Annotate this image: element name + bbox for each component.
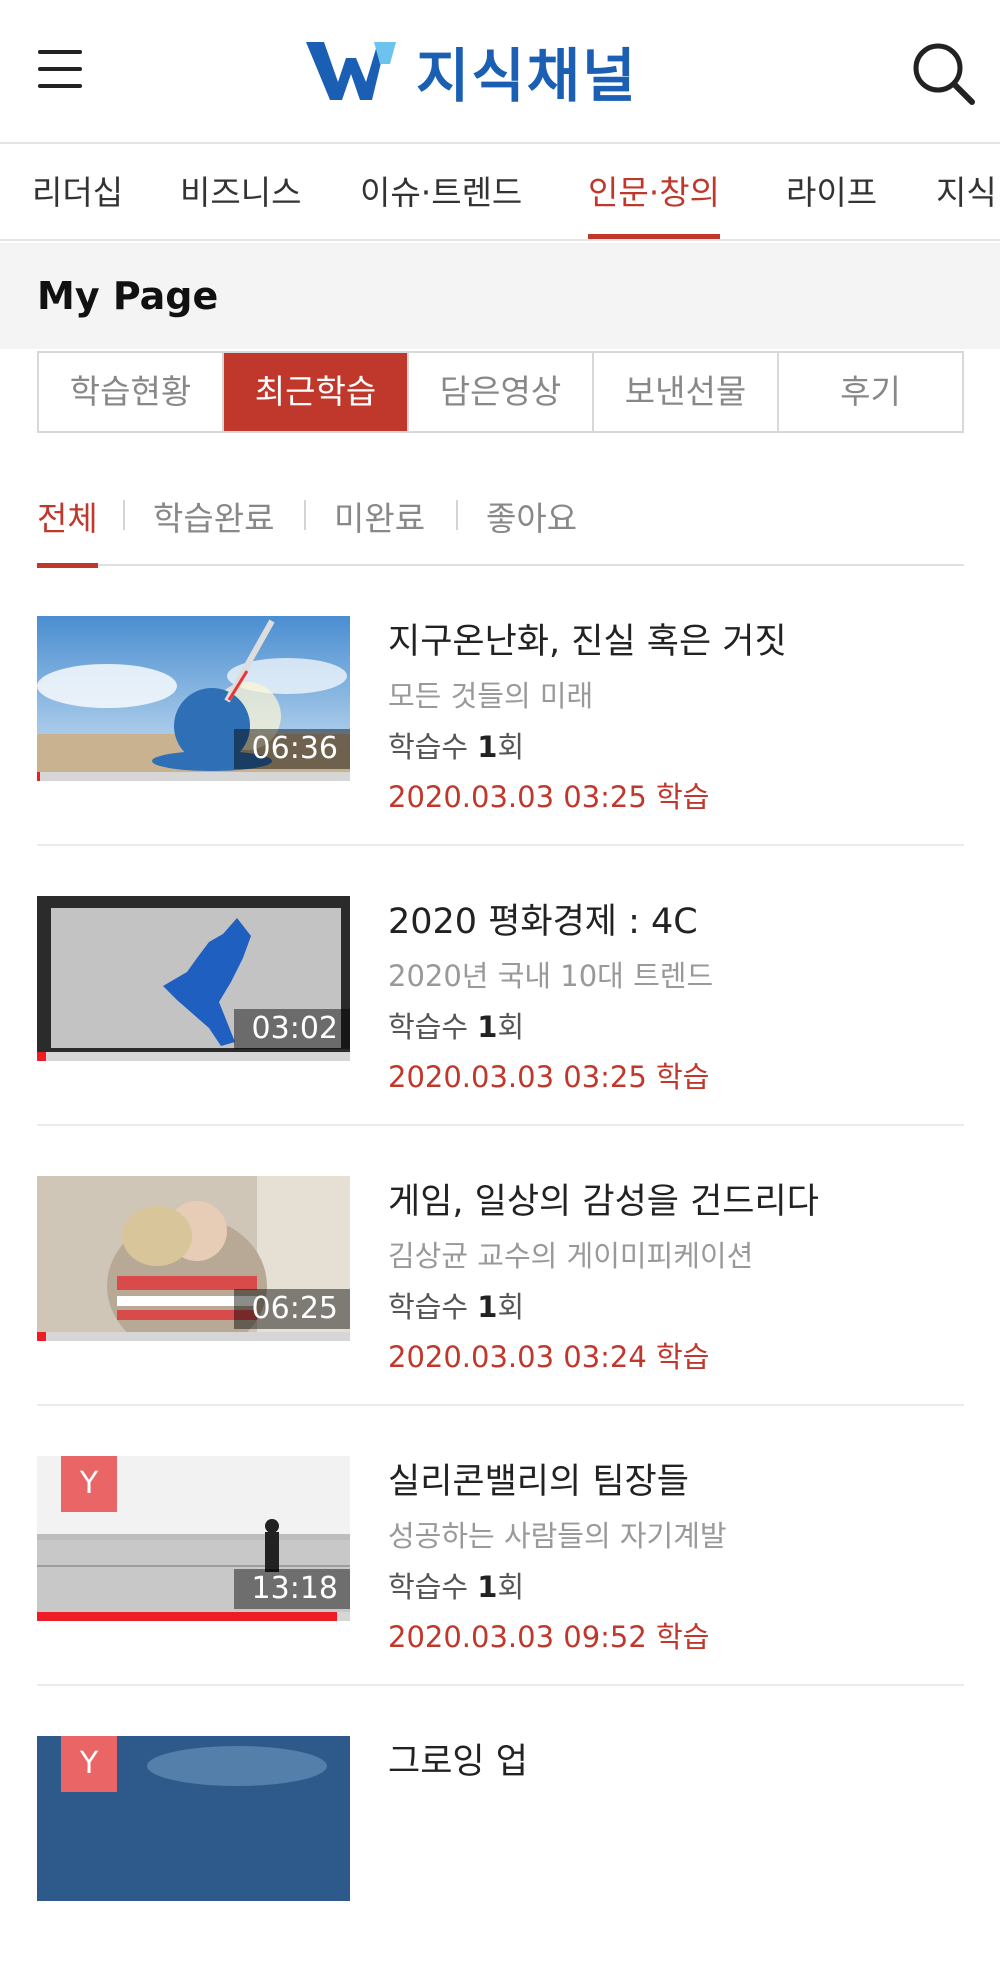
item-title[interactable]: 지구온난화, 진실 혹은 거짓 xyxy=(388,616,964,668)
filter-completed[interactable]: 학습완료 xyxy=(153,492,274,566)
video-thumbnail[interactable]: Y 13:18 xyxy=(37,1456,350,1621)
duration-label: 13:18 xyxy=(233,1569,350,1609)
progress-fill xyxy=(37,1052,47,1061)
item-subtitle: 모든 것들의 미래 xyxy=(388,679,594,713)
item-info: 2020 평화경제 : 4C 2020년 국내 10대 트렌드 학습수 1회 2… xyxy=(388,896,964,1100)
tab-recent-study[interactable]: 최근학습 xyxy=(224,353,409,431)
logo-w-icon xyxy=(306,42,396,100)
duration-label: 03:02 xyxy=(233,1009,350,1049)
logo[interactable]: 지식채널 xyxy=(306,36,637,110)
search-icon[interactable] xyxy=(908,40,980,108)
item-subtitle: 성공하는 사람들의 자기계발 xyxy=(388,1519,727,1553)
study-date: 2020.03.03 09:52 학습 xyxy=(388,1620,710,1654)
tab-saved-videos[interactable]: 담은영상 xyxy=(409,353,594,431)
item-subtitle: 2020년 국내 10대 트렌드 xyxy=(388,959,714,993)
item-title[interactable]: 2020 평화경제 : 4C xyxy=(388,896,964,948)
list-item: Y 그로잉 업 xyxy=(37,1686,964,1966)
hamburger-icon[interactable] xyxy=(38,48,82,90)
category-nav: 리더십 비즈니스 이슈·트렌드 인문·창의 라이프 지식 xyxy=(0,145,1000,241)
category-tab[interactable]: 이슈·트렌드 xyxy=(360,145,522,239)
video-thumbnail[interactable]: 03:02 xyxy=(37,896,350,1061)
progress-fill xyxy=(37,1612,338,1621)
study-count: 학습수 1회 xyxy=(388,730,525,764)
filter-tabs: 전체 학습완료 미완료 좋아요 xyxy=(37,480,964,568)
mypage-header: My Page xyxy=(0,243,1000,349)
divider xyxy=(304,500,306,530)
progress-bar xyxy=(37,1612,350,1621)
item-title[interactable]: 게임, 일상의 감성을 건드리다 xyxy=(388,1176,964,1228)
list-item: 06:25 게임, 일상의 감성을 건드리다 김상균 교수의 게이미피케이션 학… xyxy=(37,1126,964,1406)
duration-label: 06:36 xyxy=(233,729,350,769)
list-item: 03:02 2020 평화경제 : 4C 2020년 국내 10대 트렌드 학습… xyxy=(37,846,964,1126)
study-count: 학습수 1회 xyxy=(388,1290,525,1324)
badge-y: Y xyxy=(61,1736,117,1792)
list-item: Y 13:18 실리콘밸리의 팀장들 성공하는 사람들의 자기계발 학습수 1회… xyxy=(37,1406,964,1686)
item-info: 지구온난화, 진실 혹은 거짓 모든 것들의 미래 학습수 1회 2020.03… xyxy=(388,616,964,820)
study-count: 학습수 1회 xyxy=(388,1010,525,1044)
category-tab[interactable]: 라이프 xyxy=(786,145,877,239)
category-tab[interactable]: 지식 xyxy=(936,145,997,239)
item-title[interactable]: 그로잉 업 xyxy=(388,1736,964,1788)
study-date: 2020.03.03 03:25 학습 xyxy=(388,780,710,814)
tab-sent-gifts[interactable]: 보낸선물 xyxy=(594,353,779,431)
category-tab[interactable]: 비즈니스 xyxy=(180,145,301,239)
progress-fill xyxy=(37,1332,47,1341)
category-tab-active[interactable]: 인문·창의 xyxy=(588,145,720,239)
item-info: 게임, 일상의 감성을 건드리다 김상균 교수의 게이미피케이션 학습수 1회 … xyxy=(388,1176,964,1380)
study-count: 학습수 1회 xyxy=(388,1570,525,1604)
filter-all[interactable]: 전체 xyxy=(37,492,98,568)
category-tab[interactable]: 리더십 xyxy=(32,145,123,239)
mypage-tabs: 학습현황 최근학습 담은영상 보낸선물 후기 xyxy=(37,351,964,433)
logo-text: 지식채널 xyxy=(416,42,638,110)
filter-incomplete[interactable]: 미완료 xyxy=(334,492,425,566)
divider xyxy=(456,500,458,530)
item-title[interactable]: 실리콘밸리의 팀장들 xyxy=(388,1456,964,1508)
list-item: 06:36 지구온난화, 진실 혹은 거짓 모든 것들의 미래 학습수 1회 2… xyxy=(37,566,964,846)
item-info: 그로잉 업 xyxy=(388,1736,964,1788)
divider xyxy=(123,500,125,530)
progress-bar xyxy=(37,1052,350,1061)
video-thumbnail[interactable]: 06:25 xyxy=(37,1176,350,1341)
study-date: 2020.03.03 03:25 학습 xyxy=(388,1060,710,1094)
app-header: 지식채널 xyxy=(0,0,1000,144)
page-title: My Page xyxy=(37,274,219,318)
filter-liked[interactable]: 좋아요 xyxy=(486,492,577,566)
tab-study-status[interactable]: 학습현황 xyxy=(39,353,224,431)
duration-label: 06:25 xyxy=(233,1289,350,1329)
video-thumbnail[interactable]: 06:36 xyxy=(37,616,350,781)
progress-fill xyxy=(37,772,41,781)
progress-bar xyxy=(37,1332,350,1341)
badge-y: Y xyxy=(61,1456,117,1512)
item-info: 실리콘밸리의 팀장들 성공하는 사람들의 자기계발 학습수 1회 2020.03… xyxy=(388,1456,964,1660)
tab-reviews[interactable]: 후기 xyxy=(779,353,962,431)
recent-study-list: 06:36 지구온난화, 진실 혹은 거짓 모든 것들의 미래 학습수 1회 2… xyxy=(37,566,964,1966)
study-date: 2020.03.03 03:24 학습 xyxy=(388,1340,710,1374)
item-subtitle: 김상균 교수의 게이미피케이션 xyxy=(388,1239,754,1273)
progress-bar xyxy=(37,772,350,781)
video-thumbnail[interactable]: Y xyxy=(37,1736,350,1901)
